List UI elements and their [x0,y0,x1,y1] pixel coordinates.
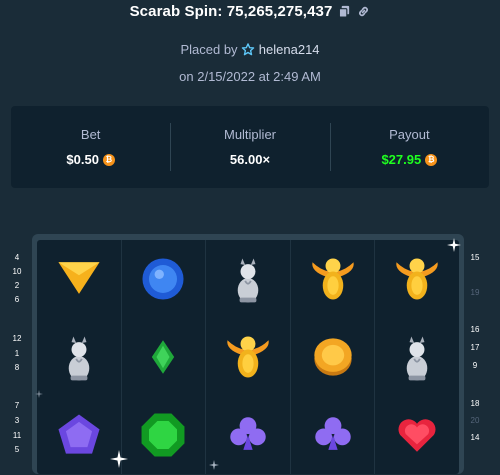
payline-number: 10 [12,267,22,276]
symbol-cell [291,240,375,318]
reel-4 [291,240,376,474]
payout-value: $27.95 [381,152,422,167]
multiplier-label: Multiplier [223,127,276,142]
reel-3 [206,240,291,474]
bet-label: Bet [80,127,101,142]
payline-number: 15 [470,253,480,262]
bet-value: $0.50 [66,152,99,167]
bet-stats-panel: Bet $0.50 ₿ Multiplier 56.00× Payout $27… [11,106,489,188]
symbol-cell [37,240,121,318]
symbol-cell [206,318,290,396]
copy-icon[interactable] [338,5,351,18]
red-heart-icon [398,419,436,452]
payline-number: 18 [470,399,480,408]
payline-number: 8 [14,363,20,372]
bet-stat: Bet $0.50 ₿ [11,106,170,188]
green-diamond-icon [152,340,175,374]
bitcoin-icon: ₿ [425,153,438,166]
bet-amount: $0.50 ₿ [66,152,115,167]
username-link[interactable]: helena214 [259,42,320,57]
payout-stat: Payout $27.95 ₿ [329,106,489,188]
bitcoin-icon: ₿ [102,153,115,166]
symbol-cell [122,240,206,318]
symbol-cell [37,396,121,474]
green-octagon-icon [141,413,185,457]
symbol-cell [375,396,459,474]
gold-coin-icon [313,338,352,376]
sparkle-icon [35,390,43,398]
yellow-triangle-icon [58,262,100,294]
symbol-cell [122,318,206,396]
payline-number: 16 [470,325,480,334]
slot-reels [37,240,459,474]
golden-scarab-icon [227,336,269,378]
purple-club-icon [314,417,351,450]
placed-by-line: Placed by helena214 [0,42,500,57]
slot-board [32,234,464,474]
sparkle-icon [110,450,128,468]
symbol-cell [291,318,375,396]
payline-number: 20 [470,416,480,425]
payline-number: 19 [470,288,480,297]
payline-number: 14 [470,433,480,442]
symbol-cell [206,240,290,318]
bet-date: on 2/15/2022 at 2:49 AM [179,69,321,84]
multiplier-stat: Multiplier 56.00× [170,106,329,188]
payline-number: 4 [14,253,20,262]
reel-5 [375,240,459,474]
payline-number: 6 [14,295,20,304]
symbol-cell [37,318,121,396]
payline-number: 9 [472,361,478,370]
symbol-cell [122,396,206,474]
payline-number: 12 [12,334,22,343]
payout-amount: $27.95 ₿ [381,152,438,167]
purple-club-icon [230,417,266,450]
golden-scarab-icon [396,258,438,300]
payline-number: 17 [470,343,480,352]
placed-by-label: Placed by [180,42,238,57]
cat-statue-icon [68,336,90,381]
payline-number: 11 [12,431,22,440]
symbol-cell [291,396,375,474]
payline-number: 5 [14,445,20,454]
blue-circle-gem-icon [142,258,184,300]
payline-number: 1 [14,349,20,358]
sparkle-icon [447,238,461,252]
sparkle-icon [209,460,219,470]
reel-1 [37,240,122,474]
payout-label: Payout [389,127,430,142]
multiplier-value: 56.00× [229,152,271,167]
symbol-cell [375,318,459,396]
payline-number: 2 [14,281,20,290]
cat-statue-icon [237,258,259,303]
payline-number: 7 [14,401,20,410]
purple-pentagon-icon [58,414,100,454]
bet-header: Scarab Spin: 75,265,275,437 [0,0,500,22]
golden-scarab-icon [311,258,354,300]
payline-number: 3 [14,416,20,425]
cat-statue-icon [406,336,428,381]
reel-2 [122,240,207,474]
bet-title: Scarab Spin: 75,265,275,437 [129,2,333,20]
vip-star-icon [241,43,255,56]
link-icon[interactable] [357,5,370,18]
